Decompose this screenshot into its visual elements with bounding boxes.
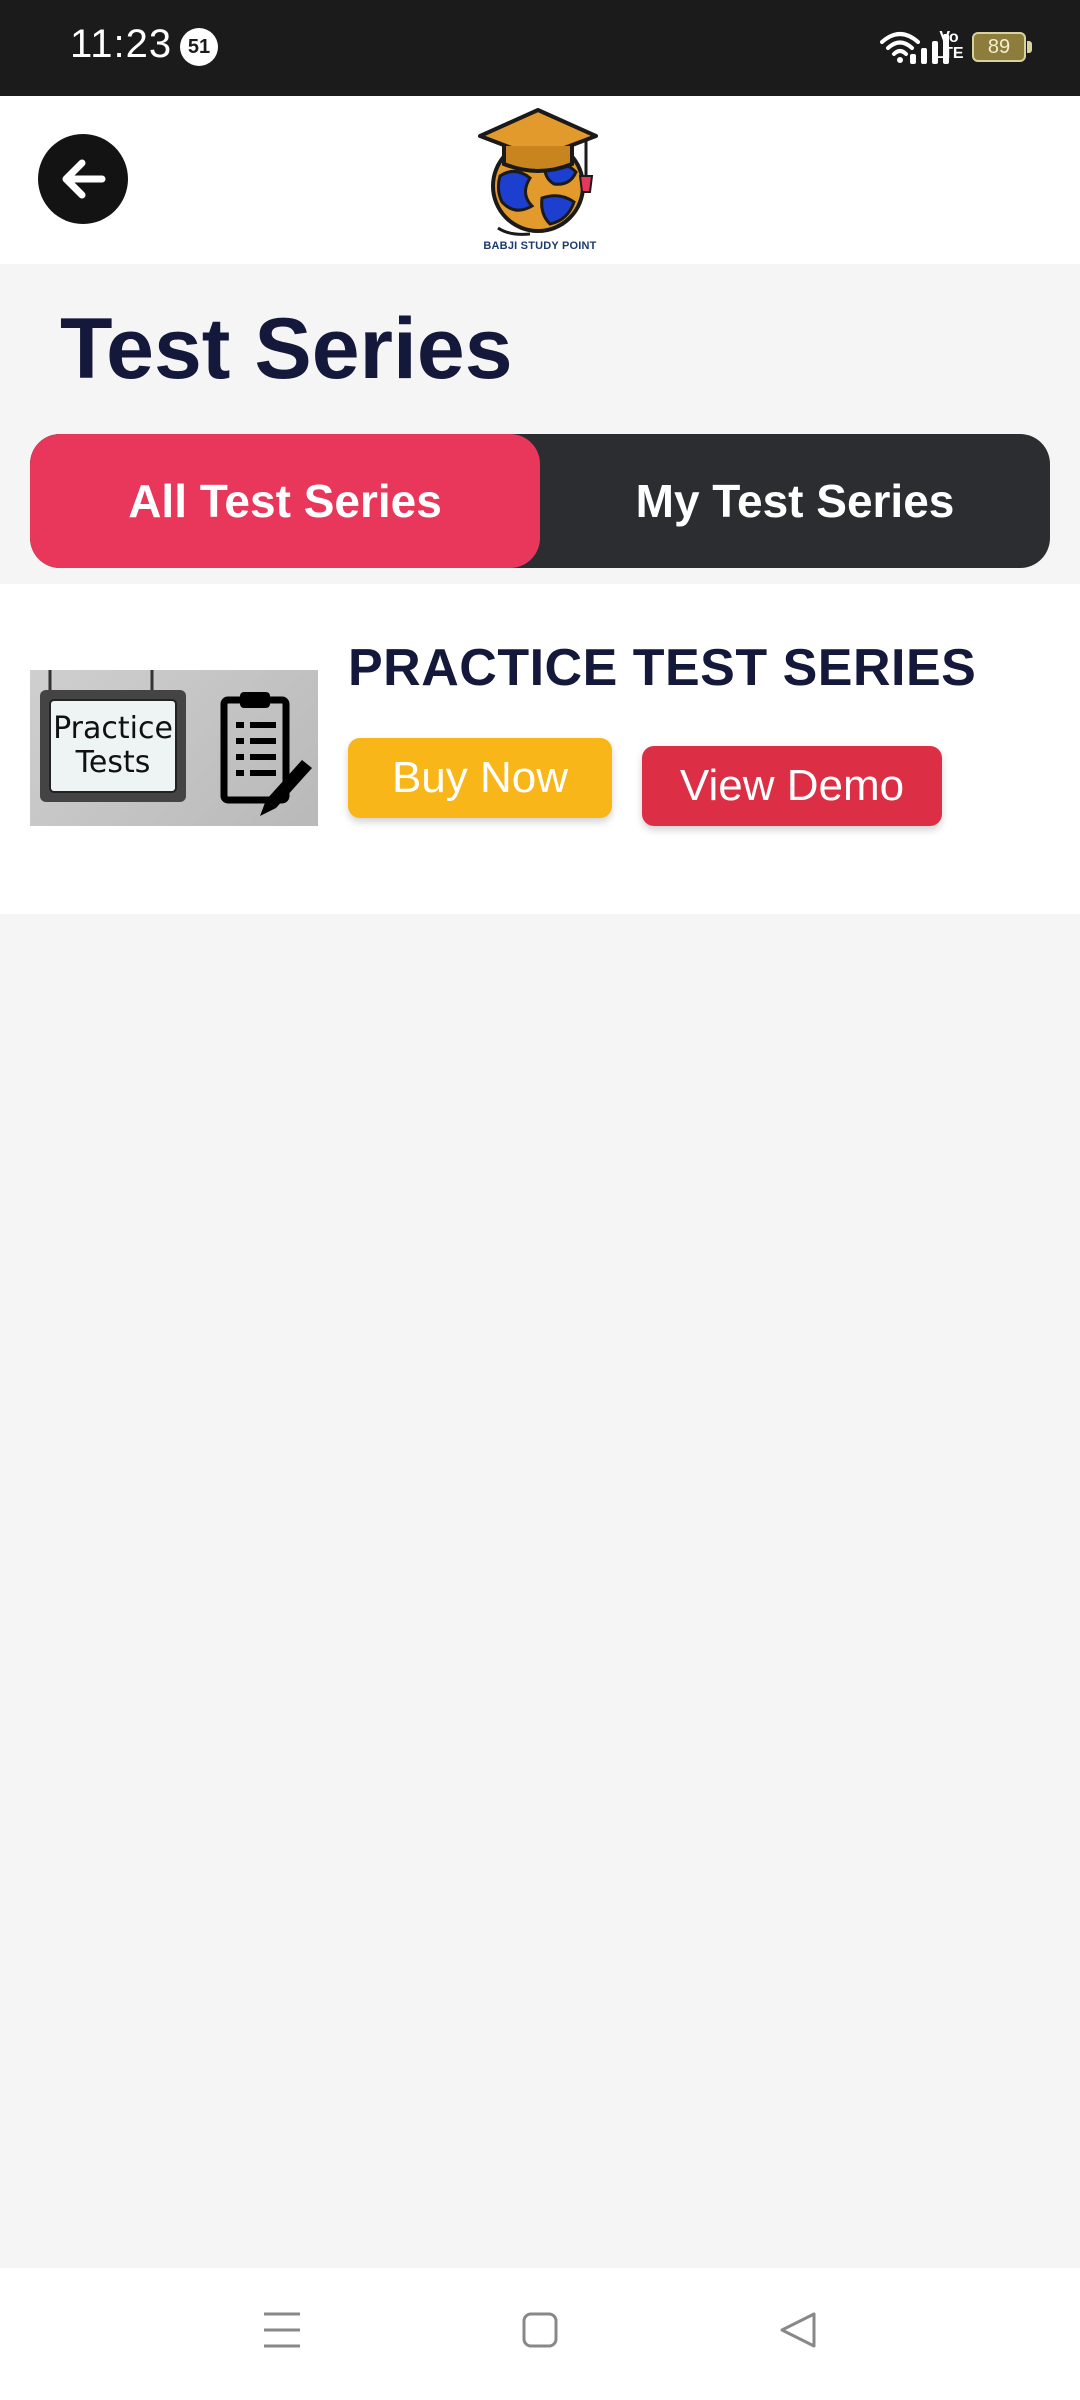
back-button[interactable] [38,134,128,224]
home-square-icon[interactable] [520,2308,560,2352]
thumbnail-line-2: Tests [75,745,151,780]
system-nav-bar [0,2268,1080,2400]
thumbnail-line-1: Practice [53,711,173,746]
thumbnail-text: Practice Tests [50,712,176,780]
tab-all-test-series[interactable]: All Test Series [30,434,540,568]
test-series-card: Practice Tests PRACTICE TEST SERIES Buy … [0,584,1080,914]
view-demo-button[interactable]: View Demo [642,746,942,826]
page-title: Test Series [60,301,513,397]
battery-level: 89 [972,32,1026,62]
practice-tests-thumbnail: Practice Tests [30,670,318,826]
tab-my-test-series[interactable]: My Test Series [540,434,1050,568]
status-bar: 11:23 51 Vo LTE 89 [0,0,1080,96]
menu-icon[interactable] [262,2308,302,2352]
signal-icon [910,34,949,64]
status-time: 11:23 [70,22,173,66]
app-header: BABJI STUDY POINT [0,96,1080,264]
buy-now-button[interactable]: Buy Now [348,738,612,818]
brand-logo: BABJI STUDY POINT [470,106,610,256]
tab-bar: All Test Series My Test Series [30,434,1050,568]
arrow-left-icon [62,159,106,199]
back-triangle-icon[interactable] [778,2308,818,2352]
logo-text: BABJI STUDY POINT [483,240,597,252]
globe-graduation-cap-icon [478,108,598,236]
battery-tip [1027,41,1032,53]
clipboard-pencil-icon [220,692,312,816]
series-title: PRACTICE TEST SERIES [348,639,977,697]
notification-count-badge: 51 [180,28,218,66]
